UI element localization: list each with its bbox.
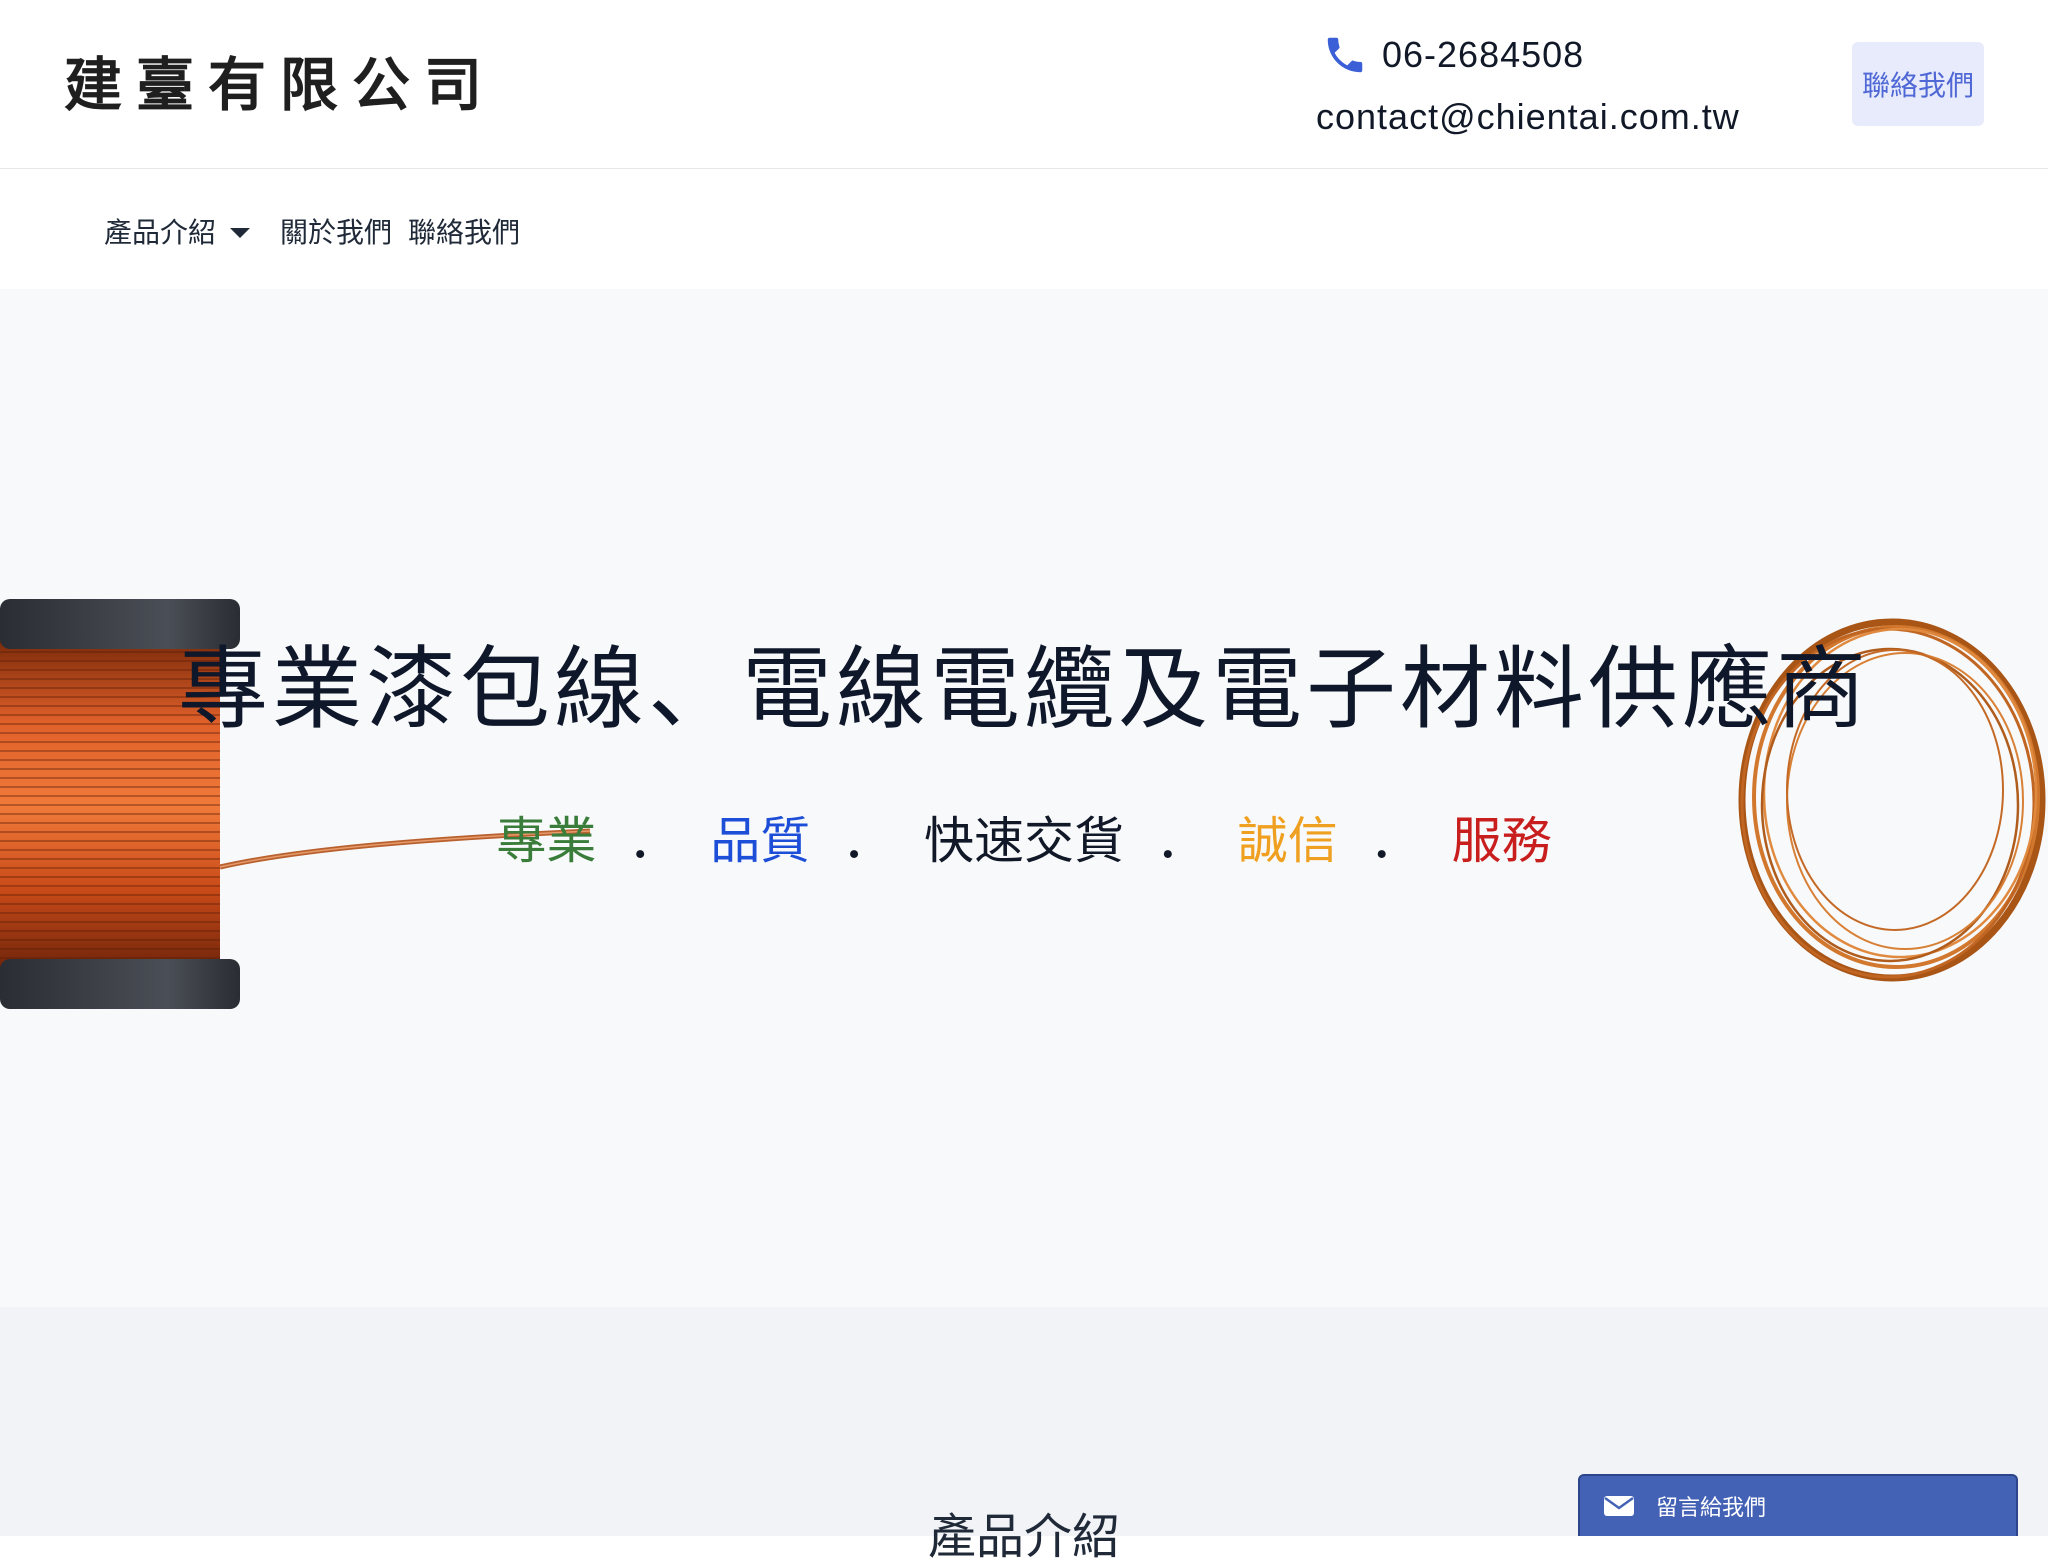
subtitle-separator: ． <box>842 812 893 870</box>
hero-banner: 專業漆包線、電線電纜及電子材料供應商 專業 ． 品質 ． 快速交貨 ． 誠信 ．… <box>0 289 2048 1307</box>
contact-us-button[interactable]: 聯絡我們 <box>1852 42 1984 126</box>
subtitle-separator: ． <box>1369 812 1420 870</box>
hero-subtitle: 專業 ． 品質 ． 快速交貨 ． 誠信 ． 服務 <box>0 809 2048 873</box>
nav-item-products[interactable]: 產品介紹 <box>104 209 251 253</box>
subtitle-word: 專業 <box>496 812 597 870</box>
nav-item-contact[interactable]: 聯絡我們 <box>408 209 520 253</box>
email-address[interactable]: contact@chientai.com.tw <box>1316 92 1740 142</box>
company-logo[interactable]: 建臺有限公司 <box>64 50 496 120</box>
subtitle-word: 品質 <box>710 812 811 870</box>
leave-message-bar[interactable]: 留言給我們 <box>1578 1474 2018 1536</box>
mail-icon <box>1604 1496 1634 1516</box>
subtitle-separator: ． <box>1155 812 1206 870</box>
phone-icon <box>1327 37 1363 73</box>
subtitle-word: 誠信 <box>1237 812 1338 870</box>
nav-item-label: 關於我們 <box>280 216 393 249</box>
subtitle-word: 服務 <box>1451 812 1552 870</box>
phone-number: 06-2684508 <box>1382 34 1585 75</box>
chevron-down-icon <box>230 228 251 238</box>
site-header: 建臺有限公司 06-2684508 contact@chientai.com.t… <box>0 0 2048 169</box>
phone-contact[interactable]: 06-2684508 <box>1322 30 1584 80</box>
nav-item-label: 產品介紹 <box>104 216 217 249</box>
subtitle-word: 快速交貨 <box>924 812 1124 870</box>
subtitle-separator: ． <box>628 812 679 870</box>
main-nav: 產品介紹 關於我們 聯絡我們 <box>0 169 2048 289</box>
nav-item-label: 聯絡我們 <box>408 216 521 249</box>
nav-item-about[interactable]: 關於我們 <box>280 209 392 253</box>
leave-message-label: 留言給我們 <box>1656 1496 1767 1521</box>
hero-title: 專業漆包線、電線電纜及電子材料供應商 <box>178 637 1870 742</box>
